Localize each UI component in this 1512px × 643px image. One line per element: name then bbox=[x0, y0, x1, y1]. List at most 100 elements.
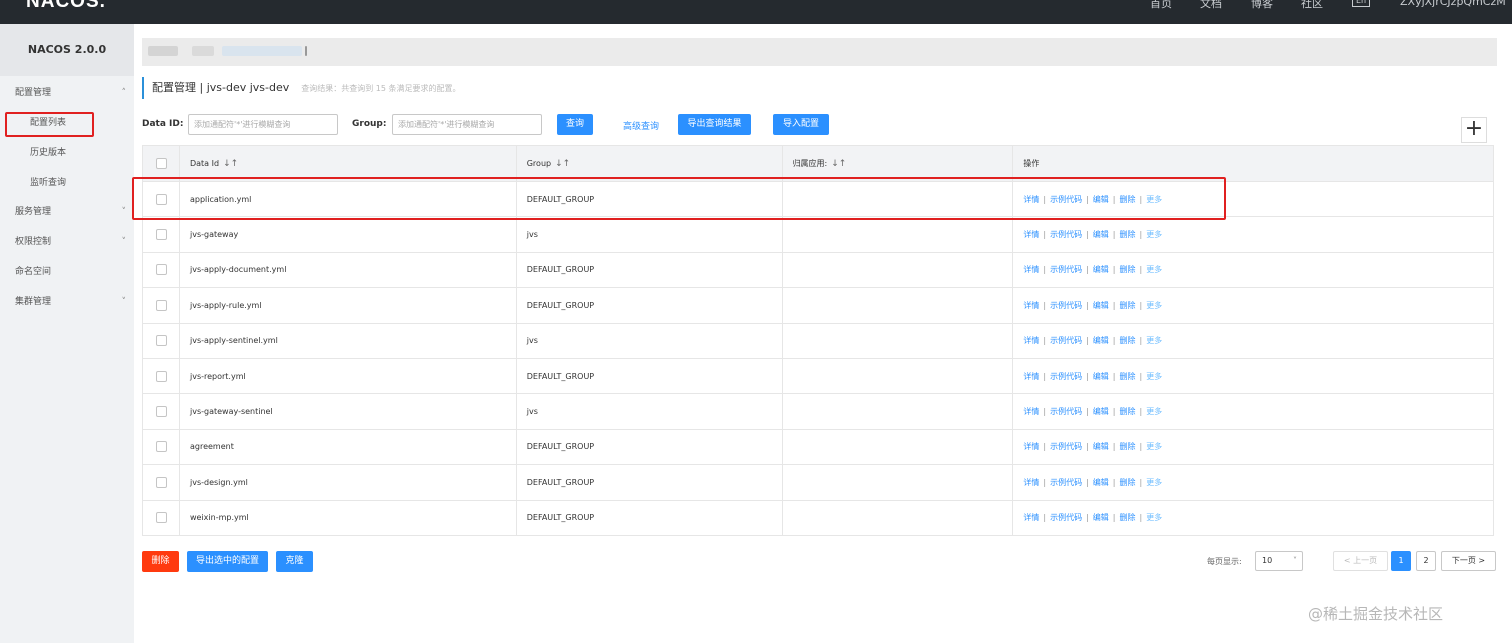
page-size-select[interactable]: 10 ˅ bbox=[1255, 551, 1303, 571]
cell-group: DEFAULT_GROUP bbox=[515, 464, 783, 501]
more-link[interactable]: 更多 bbox=[1146, 513, 1162, 522]
sidebar-item-config-management[interactable]: 配置管理 ˄ bbox=[0, 83, 134, 103]
row-checkbox[interactable] bbox=[156, 441, 167, 453]
more-link[interactable]: 更多 bbox=[1146, 301, 1162, 310]
page-2-button[interactable]: 2 bbox=[1416, 551, 1436, 571]
cell-data-id: jvs-design.yml bbox=[178, 464, 517, 501]
more-link[interactable]: 更多 bbox=[1146, 442, 1162, 451]
separator: | bbox=[1086, 230, 1089, 240]
edit-link[interactable]: 编辑 bbox=[1093, 372, 1109, 381]
details-link[interactable]: 详情 bbox=[1023, 442, 1039, 451]
search-button[interactable]: 查询 bbox=[557, 114, 593, 135]
nav-community[interactable]: 社区 bbox=[1301, 0, 1323, 11]
import-config-button[interactable]: 导入配置 bbox=[773, 114, 829, 135]
cell-group: DEFAULT_GROUP bbox=[515, 499, 783, 536]
cell-app bbox=[781, 216, 1014, 253]
row-checkbox[interactable] bbox=[156, 335, 167, 347]
sidebar-item-history[interactable]: 历史版本 bbox=[0, 143, 134, 163]
details-link[interactable]: 详情 bbox=[1023, 513, 1039, 522]
sample-code-link[interactable]: 示例代码 bbox=[1050, 301, 1082, 310]
row-checkbox[interactable] bbox=[156, 299, 167, 311]
sidebar-item-service-management[interactable]: 服务管理 ˅ bbox=[0, 202, 134, 222]
sort-icon[interactable]: ↓↑ bbox=[223, 159, 238, 169]
details-link[interactable]: 详情 bbox=[1023, 407, 1039, 416]
page-title-text: 配置管理 | jvs-dev jvs-dev bbox=[152, 81, 290, 94]
more-link[interactable]: 更多 bbox=[1146, 478, 1162, 487]
nav-blog[interactable]: 博客 bbox=[1251, 0, 1273, 11]
separator: | bbox=[1086, 513, 1089, 523]
row-checkbox[interactable] bbox=[156, 476, 167, 488]
row-checkbox[interactable] bbox=[156, 229, 167, 241]
row-checkbox[interactable] bbox=[156, 512, 167, 524]
sample-code-link[interactable]: 示例代码 bbox=[1050, 407, 1082, 416]
user-menu[interactable]: ZXyjXjrCJzpQmCzM bbox=[1400, 0, 1506, 8]
more-link[interactable]: 更多 bbox=[1146, 265, 1162, 274]
details-link[interactable]: 详情 bbox=[1023, 478, 1039, 487]
delete-link[interactable]: 删除 bbox=[1119, 372, 1135, 381]
sample-code-link[interactable]: 示例代码 bbox=[1050, 336, 1082, 345]
row-checkbox[interactable] bbox=[156, 406, 167, 418]
sidebar-item-access-control[interactable]: 权限控制 ˅ bbox=[0, 232, 134, 252]
select-all-checkbox[interactable] bbox=[156, 158, 167, 169]
advanced-search-link[interactable]: 高级查询 bbox=[623, 119, 659, 132]
row-checkbox[interactable] bbox=[156, 370, 167, 382]
export-selected-button[interactable]: 导出选中的配置 bbox=[187, 551, 268, 572]
delete-link[interactable]: 删除 bbox=[1119, 478, 1135, 487]
sidebar-item-listener-query[interactable]: 监听查询 bbox=[0, 173, 134, 193]
edit-link[interactable]: 编辑 bbox=[1093, 265, 1109, 274]
cell-operations: 详情 | 示例代码 | 编辑 | 删除 | 更多 bbox=[1012, 428, 1494, 466]
data-id-input[interactable] bbox=[188, 114, 338, 135]
next-page-button[interactable]: 下一页 > bbox=[1441, 551, 1496, 571]
details-link[interactable]: 详情 bbox=[1023, 230, 1039, 239]
language-switch[interactable]: En bbox=[1352, 0, 1370, 7]
sort-icon[interactable]: ↓↑ bbox=[555, 159, 570, 169]
edit-link[interactable]: 编辑 bbox=[1093, 230, 1109, 239]
delete-link[interactable]: 删除 bbox=[1119, 407, 1135, 416]
more-link[interactable]: 更多 bbox=[1146, 407, 1162, 416]
delete-link[interactable]: 删除 bbox=[1119, 336, 1135, 345]
sidebar-item-namespace[interactable]: 命名空间 bbox=[0, 262, 134, 282]
sample-code-link[interactable]: 示例代码 bbox=[1050, 513, 1082, 522]
sample-code-link[interactable]: 示例代码 bbox=[1050, 230, 1082, 239]
more-link[interactable]: 更多 bbox=[1146, 336, 1162, 345]
sidebar-item-cluster-management[interactable]: 集群管理 ˅ bbox=[0, 292, 134, 312]
sample-code-link[interactable]: 示例代码 bbox=[1050, 478, 1082, 487]
sample-code-link[interactable]: 示例代码 bbox=[1050, 442, 1082, 451]
delete-link[interactable]: 删除 bbox=[1119, 265, 1135, 274]
delete-selected-button[interactable]: 删除 bbox=[142, 551, 179, 572]
nav-home[interactable]: 首页 bbox=[1150, 0, 1172, 11]
clone-button[interactable]: 克隆 bbox=[276, 551, 313, 572]
separator: | bbox=[1112, 230, 1116, 240]
delete-link[interactable]: 删除 bbox=[1119, 442, 1135, 451]
prev-page-button[interactable]: < 上一页 bbox=[1333, 551, 1388, 571]
more-link[interactable]: 更多 bbox=[1146, 372, 1162, 381]
table-row: jvs-gateway-sentinel jvs 详情 | 示例代码 | 编辑 | 删除 | 更多 bbox=[142, 393, 1494, 430]
cell-data-id: jvs-apply-document.yml bbox=[178, 251, 517, 289]
sample-code-link[interactable]: 示例代码 bbox=[1050, 372, 1082, 381]
nav-docs[interactable]: 文档 bbox=[1200, 0, 1222, 11]
details-link[interactable]: 详情 bbox=[1023, 372, 1039, 381]
delete-link[interactable]: 删除 bbox=[1119, 513, 1135, 522]
details-link[interactable]: 详情 bbox=[1023, 265, 1039, 274]
cell-data-id: jvs-gateway bbox=[178, 216, 517, 253]
details-link[interactable]: 详情 bbox=[1023, 301, 1039, 310]
sample-code-link[interactable]: 示例代码 bbox=[1050, 265, 1082, 274]
row-checkbox[interactable] bbox=[156, 264, 167, 276]
sidebar-item-label: 服务管理 bbox=[15, 207, 52, 217]
delete-link[interactable]: 删除 bbox=[1119, 301, 1135, 310]
edit-link[interactable]: 编辑 bbox=[1093, 442, 1109, 451]
add-config-button[interactable]: + bbox=[1461, 117, 1487, 143]
more-link[interactable]: 更多 bbox=[1146, 230, 1162, 239]
edit-link[interactable]: 编辑 bbox=[1093, 336, 1109, 345]
edit-link[interactable]: 编辑 bbox=[1093, 478, 1109, 487]
nacos-logo[interactable]: NACOS. bbox=[26, 0, 106, 13]
page-1-button[interactable]: 1 bbox=[1391, 551, 1411, 571]
export-results-button[interactable]: 导出查询结果 bbox=[678, 114, 751, 135]
edit-link[interactable]: 编辑 bbox=[1093, 407, 1109, 416]
group-input[interactable] bbox=[392, 114, 542, 135]
details-link[interactable]: 详情 bbox=[1023, 336, 1039, 345]
delete-link[interactable]: 删除 bbox=[1119, 230, 1135, 239]
edit-link[interactable]: 编辑 bbox=[1093, 301, 1109, 310]
edit-link[interactable]: 编辑 bbox=[1093, 513, 1109, 522]
sort-icon[interactable]: ↓↑ bbox=[831, 159, 846, 169]
